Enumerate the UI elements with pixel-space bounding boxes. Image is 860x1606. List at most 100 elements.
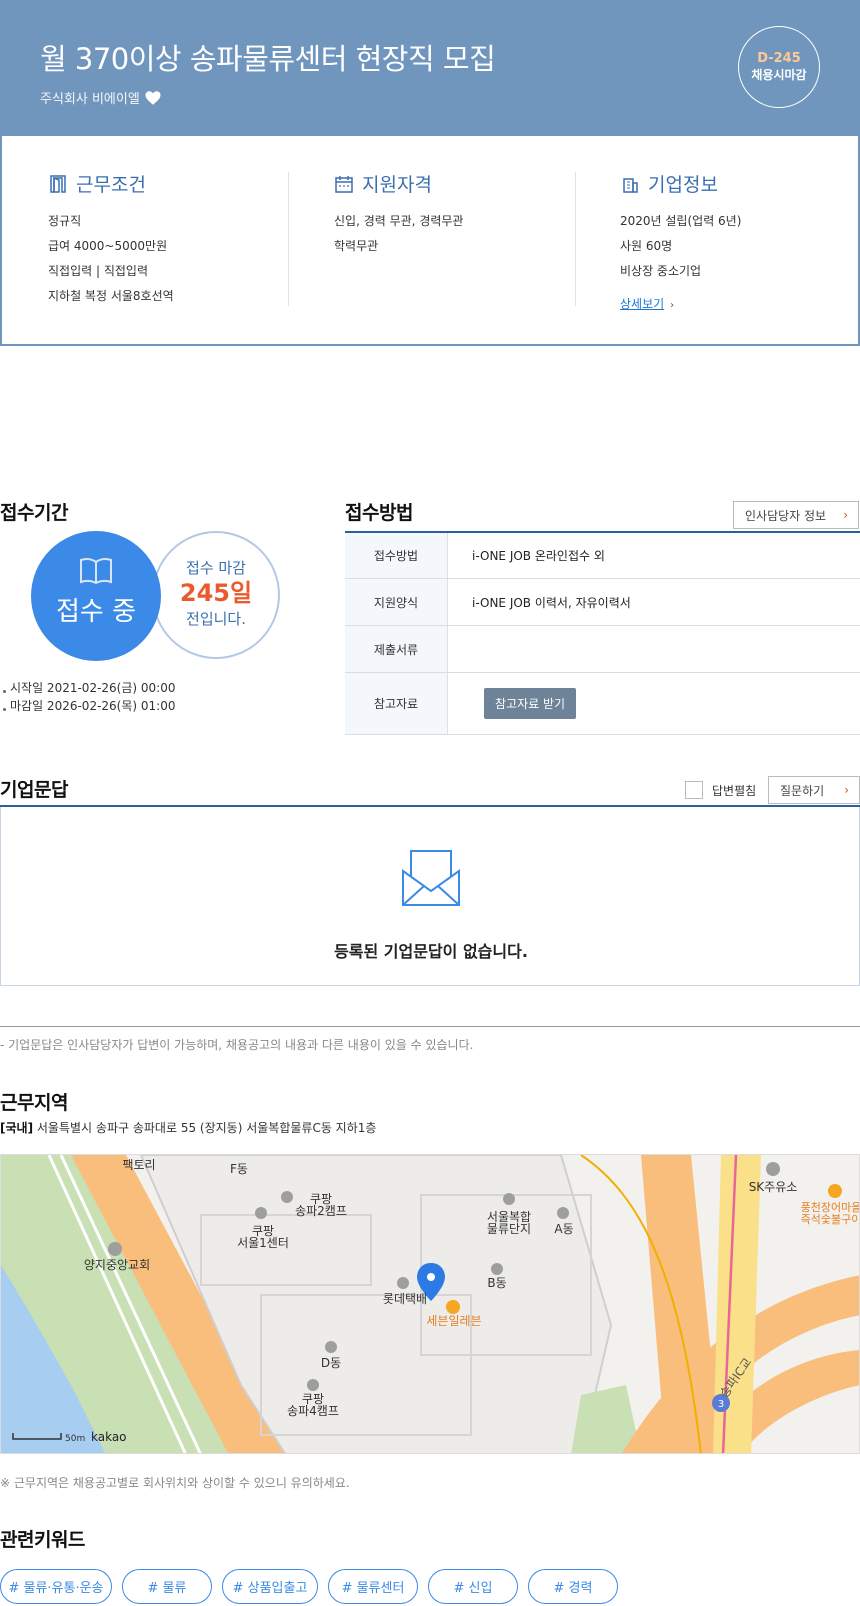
remaining-days: 245일 xyxy=(179,579,253,607)
start-date: 시작일 2021-02-26(금) 00:00 xyxy=(2,679,175,697)
row-value: i-ONE JOB 온라인접수 외 xyxy=(472,549,605,563)
remaining-suffix: 전입니다. xyxy=(186,610,246,628)
door-icon xyxy=(50,174,66,193)
status-text: 접수 중 xyxy=(55,597,137,627)
hr-contact-label: 인사담당자 정보 xyxy=(745,508,827,523)
map-brand: kakao xyxy=(91,1430,127,1444)
row-value xyxy=(448,626,860,672)
work-line-type: 정규직 xyxy=(48,214,82,228)
table-row: 제출서류 xyxy=(345,626,860,673)
keyword-chip[interactable]: # 물류 xyxy=(122,1569,212,1604)
checkbox[interactable] xyxy=(685,781,703,799)
company-name-row: 주식회사 비에이엘 xyxy=(40,88,162,107)
download-reference-button[interactable]: 참고자료 받기 xyxy=(484,688,577,719)
building-icon xyxy=(623,177,638,193)
map-canvas[interactable]: 팩토리 F동 쿠팡 송파2캠프 쿠팡 서울1센터 양지중앙교회 서울복합 물류단… xyxy=(1,1155,860,1454)
row-label: 참고자료 xyxy=(345,673,448,734)
table-row: 참고자료 참고자료 받기 xyxy=(345,673,860,735)
corp-line-type: 비상장 중소기업 xyxy=(620,264,702,278)
chevron-right-icon: › xyxy=(844,783,849,797)
ask-question-label: 질문하기 xyxy=(780,783,825,798)
company-detail-label[interactable]: 상세보기 xyxy=(620,297,664,311)
map-label: SK주유소 xyxy=(749,1180,798,1194)
remaining-prefix: 접수 마감 xyxy=(186,559,246,577)
map-label: B동 xyxy=(487,1276,506,1290)
expand-answers-toggle[interactable]: 답변펼침 xyxy=(685,781,756,799)
method-title: 접수방법 xyxy=(345,502,413,524)
company-detail-link[interactable]: 상세보기 › xyxy=(620,295,674,312)
heart-icon[interactable] xyxy=(144,89,162,107)
status-circle: 접수 중 xyxy=(31,531,161,661)
divider xyxy=(0,1026,860,1027)
dday-count: D-245 xyxy=(757,51,801,66)
map-label: A동 xyxy=(554,1222,573,1236)
work-line-subway: 지하철 복정 서울8호선역 xyxy=(48,289,174,303)
map-label: 3 xyxy=(718,1399,724,1410)
book-icon xyxy=(80,557,112,585)
qual-line-education: 학력무관 xyxy=(334,239,379,253)
qualifications: 지원자격 신입, 경력 무관, 경력무관 학력무관 xyxy=(334,170,463,259)
keyword-chip[interactable]: # 경력 xyxy=(528,1569,618,1604)
chevron-right-icon: › xyxy=(843,508,848,522)
work-line-input: 직접입력 | 직접입력 xyxy=(48,264,148,278)
location-title: 근무지역 xyxy=(0,1092,68,1114)
row-label: 지원양식 xyxy=(345,579,448,625)
period-title: 접수기간 xyxy=(0,502,68,524)
qual-line-career: 신입, 경력 무관, 경력무관 xyxy=(334,214,464,228)
row-label: 접수방법 xyxy=(345,533,448,578)
map-label: D동 xyxy=(321,1356,341,1370)
row-label: 제출서류 xyxy=(345,626,448,672)
qa-empty-box: 등록된 기업문답이 없습니다. xyxy=(0,807,860,986)
map-label: 양지중앙교회 xyxy=(84,1258,150,1272)
map-label: 팩토리 xyxy=(122,1158,155,1172)
keyword-list: # 물류·유통·운송 # 물류 # 상품입출고 # 물류센터 # 신입 # 경력 xyxy=(0,1569,618,1604)
row-value: 참고자료 받기 xyxy=(448,673,860,734)
hr-contact-button[interactable]: 인사담당자 정보 › xyxy=(733,501,859,529)
keyword-chip[interactable]: # 물류센터 xyxy=(328,1569,418,1604)
job-title: 월 370이상 송파물류센터 현장직 모집 xyxy=(40,42,496,76)
method-table: 접수방법 i-ONE JOB 온라인접수 외 지원양식 i-ONE JOB 이력… xyxy=(345,531,860,735)
chevron-right-icon: › xyxy=(670,300,675,311)
corp-line-employees: 사원 60명 xyxy=(620,239,673,253)
work-address: [국내] 서울특별시 송파구 송파대로 55 (장지동) 서울복합물류C동 지하… xyxy=(0,1119,376,1136)
divider xyxy=(288,172,289,306)
expand-answers-label: 답변펼침 xyxy=(712,783,757,798)
qa-empty-text: 등록된 기업문답이 없습니다. xyxy=(334,942,528,961)
calendar-icon xyxy=(335,175,353,193)
keyword-chip[interactable]: # 상품입출고 xyxy=(222,1569,318,1604)
company-info-title: 기업정보 xyxy=(648,174,718,196)
period-dates: 시작일 2021-02-26(금) 00:00 마감일 2026-02-26(목… xyxy=(2,679,175,715)
ask-question-button[interactable]: 질문하기 › xyxy=(768,776,860,804)
job-header-banner: 월 370이상 송파물류센터 현장직 모집 주식회사 비에이엘 D-245 채용… xyxy=(0,0,860,136)
company-name[interactable]: 주식회사 비에이엘 xyxy=(40,88,140,107)
svg-text:송파4캠프: 송파4캠프 xyxy=(287,1404,339,1418)
region-label: [국내] xyxy=(0,1121,34,1135)
map-label: 롯데택배 xyxy=(383,1292,427,1306)
keyword-chip[interactable]: # 신입 xyxy=(428,1569,518,1604)
map-label: 세븐일레븐 xyxy=(426,1314,481,1328)
deadline-type: 채용시마감 xyxy=(751,68,807,82)
corp-line-founded: 2020년 설립(업력 6년) xyxy=(620,214,742,228)
keywords-title: 관련키워드 xyxy=(0,1529,85,1551)
work-conditions: 근무조건 정규직 급여 4000~5000만원 직접입력 | 직접입력 지하철 … xyxy=(48,170,174,309)
remaining-days-circle: 접수 마감 245일 전입니다. xyxy=(152,531,280,659)
address-text: 서울특별시 송파구 송파대로 55 (장지동) 서울복합물류C동 지하1층 xyxy=(36,1121,377,1135)
work-line-salary: 급여 4000~5000만원 xyxy=(48,239,168,253)
table-row: 접수방법 i-ONE JOB 온라인접수 외 xyxy=(345,533,860,579)
keyword-chip[interactable]: # 물류·유통·운송 xyxy=(0,1569,112,1604)
map-note: ※ 근무지역은 채용공고별로 회사위치와 상이할 수 있으니 유의하세요. xyxy=(0,1476,350,1490)
qualifications-heading: 지원자격 xyxy=(334,170,463,197)
svg-text:서울1센터: 서울1센터 xyxy=(237,1236,289,1250)
svg-text:송파2캠프: 송파2캠프 xyxy=(295,1204,347,1218)
map-label: F동 xyxy=(230,1162,248,1176)
job-summary-box: 근무조건 정규직 급여 4000~5000만원 직접입력 | 직접입력 지하철 … xyxy=(0,136,860,346)
svg-text:물류단지: 물류단지 xyxy=(487,1222,531,1236)
dday-badge: D-245 채용시마감 xyxy=(738,26,820,108)
end-date: 마감일 2026-02-26(목) 01:00 xyxy=(2,697,175,715)
divider xyxy=(575,172,576,306)
svg-text:즉석숯불구이: 즉석숯불구이 xyxy=(801,1213,860,1226)
map-scale: 50m xyxy=(65,1434,85,1444)
qa-note: - 기업문답은 인사담당자가 답변이 가능하며, 채용공고의 내용과 다른 내용… xyxy=(0,1038,474,1052)
location-map[interactable]: 팩토리 F동 쿠팡 송파2캠프 쿠팡 서울1센터 양지중앙교회 서울복합 물류단… xyxy=(0,1154,860,1454)
qualifications-title: 지원자격 xyxy=(362,174,432,196)
